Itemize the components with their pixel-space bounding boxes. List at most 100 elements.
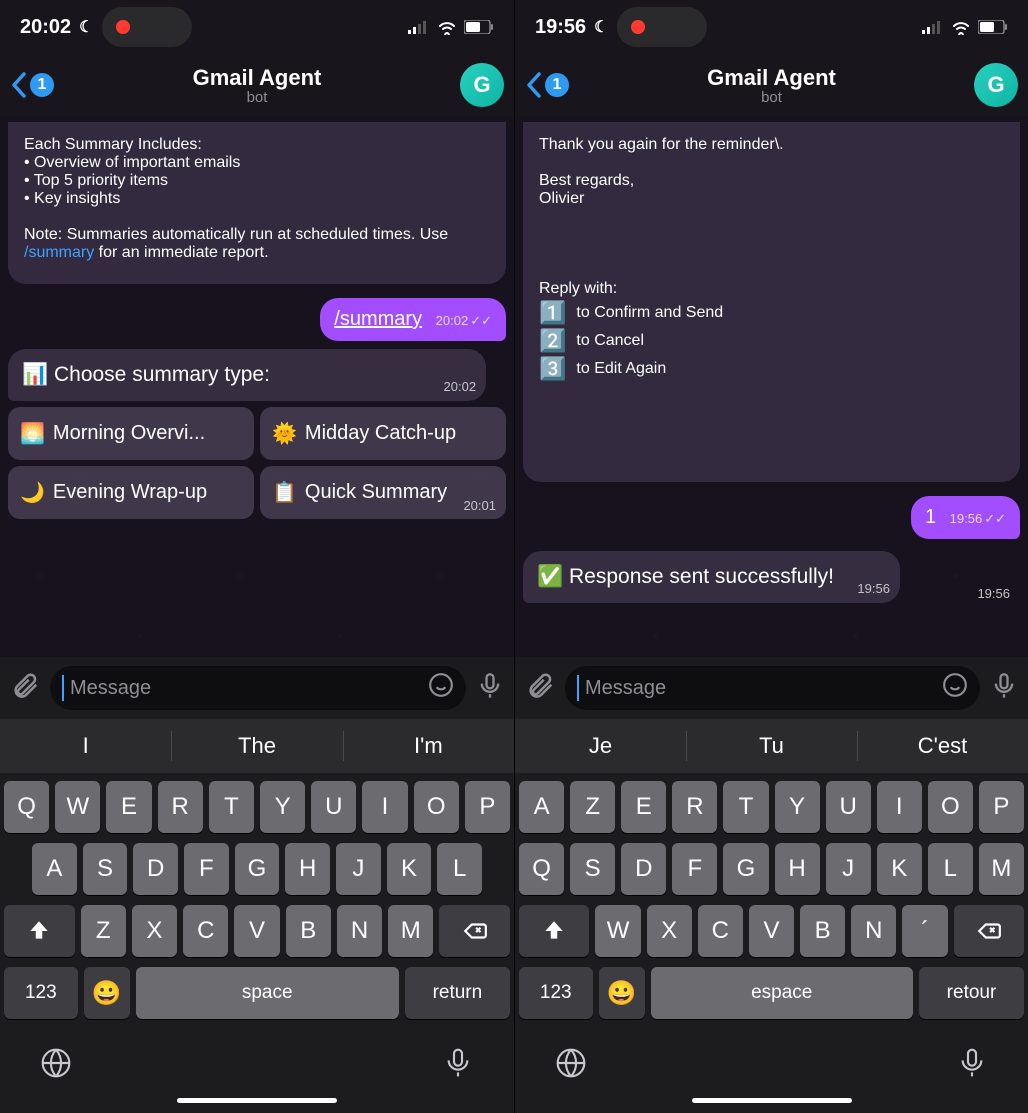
key-d[interactable]: D [133,843,178,895]
key-b[interactable]: B [286,905,331,957]
space-key[interactable]: space [136,967,399,1019]
key-m[interactable]: M [388,905,433,957]
key-g[interactable]: G [723,843,768,895]
key-t[interactable]: T [209,781,254,833]
key-o[interactable]: O [414,781,459,833]
return-key[interactable]: return [405,967,510,1019]
key-j[interactable]: J [336,843,381,895]
key-y[interactable]: Y [260,781,305,833]
home-indicator[interactable] [692,1098,852,1103]
numeric-key[interactable]: 123 [519,967,593,1019]
key-i[interactable]: I [877,781,922,833]
key-u[interactable]: U [311,781,356,833]
avatar[interactable]: G [974,63,1018,107]
chat-area[interactable]: Thank you again for the reminder\. Best … [515,116,1028,657]
suggestion[interactable]: Je [515,719,686,773]
space-key[interactable]: espace [651,967,914,1019]
message-input[interactable]: Message [565,666,980,710]
back-button[interactable]: 1 [525,71,569,99]
key-k[interactable]: K [387,843,432,895]
key-g[interactable]: G [235,843,280,895]
key-q[interactable]: Q [4,781,49,833]
suggestion[interactable]: Tu [686,719,857,773]
key-d[interactable]: D [621,843,666,895]
message-input[interactable]: Message [50,666,466,710]
attach-icon[interactable] [10,671,40,706]
key-c[interactable]: C [698,905,743,957]
key-y[interactable]: Y [775,781,820,833]
key-j[interactable]: J [826,843,871,895]
key-h[interactable]: H [775,843,820,895]
key-e[interactable]: E [621,781,666,833]
sticker-icon[interactable] [942,672,968,704]
mic-icon[interactable] [990,672,1018,705]
command-link[interactable]: /summary [24,244,94,261]
quick-morning-button[interactable]: 🌅Morning Overvi... [8,407,254,460]
key-v[interactable]: V [234,905,279,957]
key-x[interactable]: X [647,905,692,957]
text-cursor [62,675,64,701]
numeric-key[interactable]: 123 [4,967,78,1019]
key-z[interactable]: Z [81,905,126,957]
key-p[interactable]: P [465,781,510,833]
key-s[interactable]: S [570,843,615,895]
key-w[interactable]: W [55,781,100,833]
key-u[interactable]: U [826,781,871,833]
backspace-key[interactable] [439,905,510,957]
key-z[interactable]: Z [570,781,615,833]
suggestion[interactable]: The [171,719,342,773]
suggestion[interactable]: I'm [343,719,514,773]
key-h[interactable]: H [285,843,330,895]
chat-area[interactable]: Each Summary Includes: • Overview of imp… [0,116,514,657]
key-x[interactable]: X [132,905,177,957]
recording-pill[interactable] [617,7,707,47]
avatar[interactable]: G [460,63,504,107]
key-q[interactable]: Q [519,843,564,895]
key-o[interactable]: O [928,781,973,833]
key-l[interactable]: L [437,843,482,895]
key-r[interactable]: R [672,781,717,833]
suggestion[interactable]: C'est [857,719,1028,773]
quick-evening-button[interactable]: 🌙Evening Wrap-up [8,466,254,519]
key-t[interactable]: T [723,781,768,833]
key-n[interactable]: N [851,905,896,957]
emoji-key[interactable]: 😀 [599,967,645,1019]
globe-icon[interactable] [40,1047,72,1084]
message-time: 19:56 [857,580,890,598]
key-m[interactable]: M [979,843,1024,895]
dictation-mic-icon[interactable] [956,1047,988,1084]
emoji-key[interactable]: 😀 [84,967,130,1019]
key-f[interactable]: F [184,843,229,895]
recording-pill[interactable] [102,7,192,47]
dictation-mic-icon[interactable] [442,1047,474,1084]
key-b[interactable]: B [800,905,845,957]
key-p[interactable]: P [979,781,1024,833]
sticker-icon[interactable] [428,672,454,704]
key-l[interactable]: L [928,843,973,895]
home-indicator[interactable] [177,1098,337,1103]
back-button[interactable]: 1 [10,71,54,99]
placeholder: Message [585,677,666,700]
shift-key[interactable] [519,905,589,957]
quick-midday-button[interactable]: 🌞Midday Catch-up [260,407,506,460]
key-n[interactable]: N [337,905,382,957]
key-´[interactable]: ´ [902,905,947,957]
backspace-key[interactable] [954,905,1024,957]
key-w[interactable]: W [595,905,640,957]
key-s[interactable]: S [83,843,128,895]
suggestion[interactable]: I [0,719,171,773]
key-r[interactable]: R [158,781,203,833]
globe-icon[interactable] [555,1047,587,1084]
mic-icon[interactable] [476,672,504,705]
key-a[interactable]: A [32,843,77,895]
attach-icon[interactable] [525,671,555,706]
shift-key[interactable] [4,905,75,957]
key-v[interactable]: V [749,905,794,957]
key-i[interactable]: I [362,781,407,833]
key-a[interactable]: A [519,781,564,833]
key-e[interactable]: E [106,781,151,833]
key-c[interactable]: C [183,905,228,957]
return-key[interactable]: retour [919,967,1024,1019]
key-k[interactable]: K [877,843,922,895]
key-f[interactable]: F [672,843,717,895]
